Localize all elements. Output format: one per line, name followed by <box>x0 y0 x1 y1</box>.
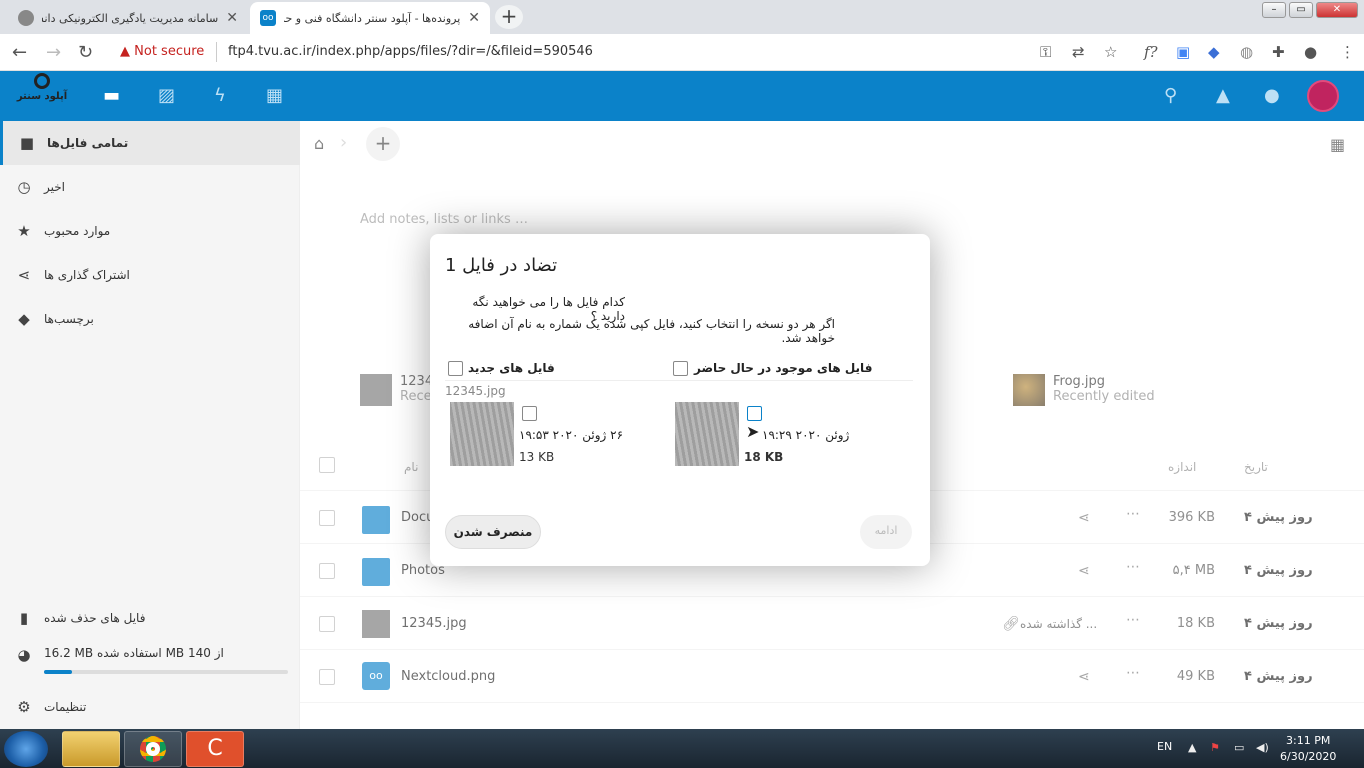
contacts-icon[interactable]: ● <box>1264 85 1280 106</box>
browser-tab-lms[interactable]: سامانه مدیریت یادگیری الکترونیکی دانشگاه… <box>8 2 248 34</box>
dialog-divider <box>445 380 913 381</box>
mouse-cursor-icon: ➤ <box>746 422 760 441</box>
sidebar-item-label: برچسب‌ها <box>44 312 94 326</box>
sidebar-item-label: تنظیمات <box>44 700 87 714</box>
sidebar-item-all-files[interactable]: ■ تمامی فایل‌ها <box>0 121 300 165</box>
activity-app-icon[interactable]: ϟ <box>214 85 226 106</box>
new-file-size: 13 KB <box>519 450 555 464</box>
avatar[interactable] <box>1307 80 1339 112</box>
trash-icon: ▮ <box>19 609 29 627</box>
gear-icon: ⚙ <box>17 698 31 716</box>
action-center-icon[interactable]: ⚑ <box>1210 741 1220 754</box>
not-secure-badge[interactable]: ▲ Not secure <box>120 44 204 59</box>
sidebar-item-label: اشتراک گذاری ها <box>44 268 130 282</box>
sidebar-item-shares[interactable]: ⋖ اشتراک گذاری ها <box>0 253 300 297</box>
star-icon[interactable]: ☆ <box>1104 43 1117 61</box>
sidebar-item-label: تمامی فایل‌ها <box>47 136 129 150</box>
quota-text: 16.2 MB استفاده شده MB از 140 <box>44 646 224 660</box>
new-tab-button[interactable]: + <box>495 5 523 29</box>
tag-icon: ◆ <box>18 310 30 328</box>
new-file-date: ۲۶ ژوئن ۲۰۲۰ ۱۹:۵۳ <box>519 428 624 442</box>
sidebar-item-favorites[interactable]: ★ موارد محبوب <box>0 209 300 253</box>
sidebar-item-label: موارد محبوب <box>44 224 111 238</box>
folder-icon: ■ <box>19 134 35 152</box>
clock-time: 3:11 PM <box>1286 734 1331 747</box>
reload-icon[interactable]: ↻ <box>78 42 93 63</box>
formula-extension-icon[interactable]: f? <box>1144 43 1158 61</box>
not-secure-label: Not secure <box>134 44 205 59</box>
close-window-button[interactable]: ✕ <box>1316 2 1358 18</box>
cancel-button[interactable]: منصرف شدن <box>445 515 541 549</box>
new-file-thumbnail <box>450 402 514 466</box>
sidebar-item-tags[interactable]: ◆ برچسب‌ها <box>0 297 300 341</box>
extensions-puzzle-icon[interactable]: ✚ <box>1272 43 1285 61</box>
lms-favicon <box>18 10 34 26</box>
notifications-icon[interactable]: ▲ <box>1216 85 1230 106</box>
conflict-filename: 12345.jpg <box>445 384 506 398</box>
tab-title: سامانه مدیریت یادگیری الکترونیکی دانشگاه… <box>42 11 219 25</box>
camtasia-taskbar-icon[interactable]: C <box>186 731 244 767</box>
volume-icon[interactable]: ◀) <box>1256 741 1269 754</box>
system-clock[interactable]: 3:11 PM 6/30/2020 <box>1280 733 1336 765</box>
pie-chart-icon: ◕ <box>17 646 31 664</box>
clock-icon: ◷ <box>17 178 31 196</box>
search-icon[interactable]: ⚲ <box>1164 85 1177 106</box>
language-indicator[interactable]: EN <box>1157 740 1172 753</box>
logo-text: آپلود سنتر <box>16 91 68 102</box>
dialog-explanation: اگر هر دو نسخه را انتخاب کنید، فایل کپی … <box>468 317 835 345</box>
chrome-taskbar-icon[interactable] <box>124 731 182 767</box>
network-icon[interactable]: ▭ <box>1234 741 1244 754</box>
quota-bar-fill <box>44 670 73 674</box>
logo-emblem-icon <box>34 73 50 89</box>
close-icon[interactable]: ✕ <box>468 10 480 26</box>
omnibox-divider <box>216 42 217 62</box>
clock-date: 6/30/2020 <box>1280 750 1337 763</box>
existing-file-date: ژوئن ۲۰۲۰ ۱۹:۲۹ <box>762 428 850 442</box>
new-files-column-label: فایل های جدید <box>468 361 555 375</box>
globe-icon[interactable]: ◍ <box>1240 43 1253 61</box>
existing-files-select-all-checkbox[interactable] <box>673 361 688 376</box>
start-button[interactable] <box>4 731 48 767</box>
sidebar-item-recent[interactable]: ◷ اخیر <box>0 165 300 209</box>
extension-cap-icon[interactable]: ◆ <box>1208 43 1220 61</box>
menu-icon[interactable]: ⋮ <box>1340 43 1355 61</box>
existing-file-checkbox[interactable] <box>747 406 762 421</box>
sidebar-item-settings[interactable]: ⚙ تنظیمات <box>0 685 300 729</box>
nextcloud-favicon: oo <box>260 10 276 26</box>
quota-bar <box>44 670 288 674</box>
files-app-icon[interactable]: ▬ <box>103 85 120 106</box>
logo[interactable]: آپلود سنتر <box>16 73 68 117</box>
minimize-button[interactable]: – <box>1262 2 1286 18</box>
forward-icon[interactable]: → <box>46 42 61 63</box>
photos-app-icon[interactable]: ▨ <box>158 85 175 106</box>
sidebar-item-label: اخیر <box>44 180 65 194</box>
url-text[interactable]: ftp4.tvu.ac.ir/index.php/apps/files/?dir… <box>228 44 593 59</box>
warning-icon: ▲ <box>120 44 130 59</box>
dialog-title: تضاد در فایل 1 <box>445 255 558 276</box>
calendar-app-icon[interactable]: ▦ <box>266 85 283 106</box>
translate-icon[interactable]: ⇄ <box>1072 43 1085 61</box>
continue-button[interactable]: ادامه <box>860 515 912 549</box>
tray-expand-icon[interactable]: ▲ <box>1188 741 1196 754</box>
existing-file-size: 18 KB <box>744 450 784 464</box>
google-translate-icon[interactable]: ▣ <box>1176 43 1190 61</box>
share-icon: ⋖ <box>17 266 31 284</box>
close-icon[interactable]: ✕ <box>226 10 238 26</box>
back-icon[interactable]: ← <box>12 42 27 63</box>
key-icon[interactable]: ⚿ <box>1040 43 1051 61</box>
profile-icon[interactable]: ● <box>1304 43 1317 61</box>
star-icon: ★ <box>17 222 31 240</box>
app-header <box>0 71 1364 121</box>
sidebar-item-label: فایل های حذف شده <box>44 611 146 625</box>
maximize-button[interactable]: ▭ <box>1289 2 1313 18</box>
existing-file-thumbnail <box>675 402 739 466</box>
new-files-select-all-checkbox[interactable] <box>448 361 463 376</box>
new-file-checkbox[interactable] <box>522 406 537 421</box>
existing-files-column-label: فایل های موجود در حال حاضر <box>694 361 873 375</box>
explorer-taskbar-icon[interactable] <box>62 731 120 767</box>
tab-title: پرونده‌ها - آپلود سنتر دانشگاه فنی و حرف… <box>284 11 461 25</box>
browser-tab-files[interactable]: oo پرونده‌ها - آپلود سنتر دانشگاه فنی و … <box>250 2 490 34</box>
